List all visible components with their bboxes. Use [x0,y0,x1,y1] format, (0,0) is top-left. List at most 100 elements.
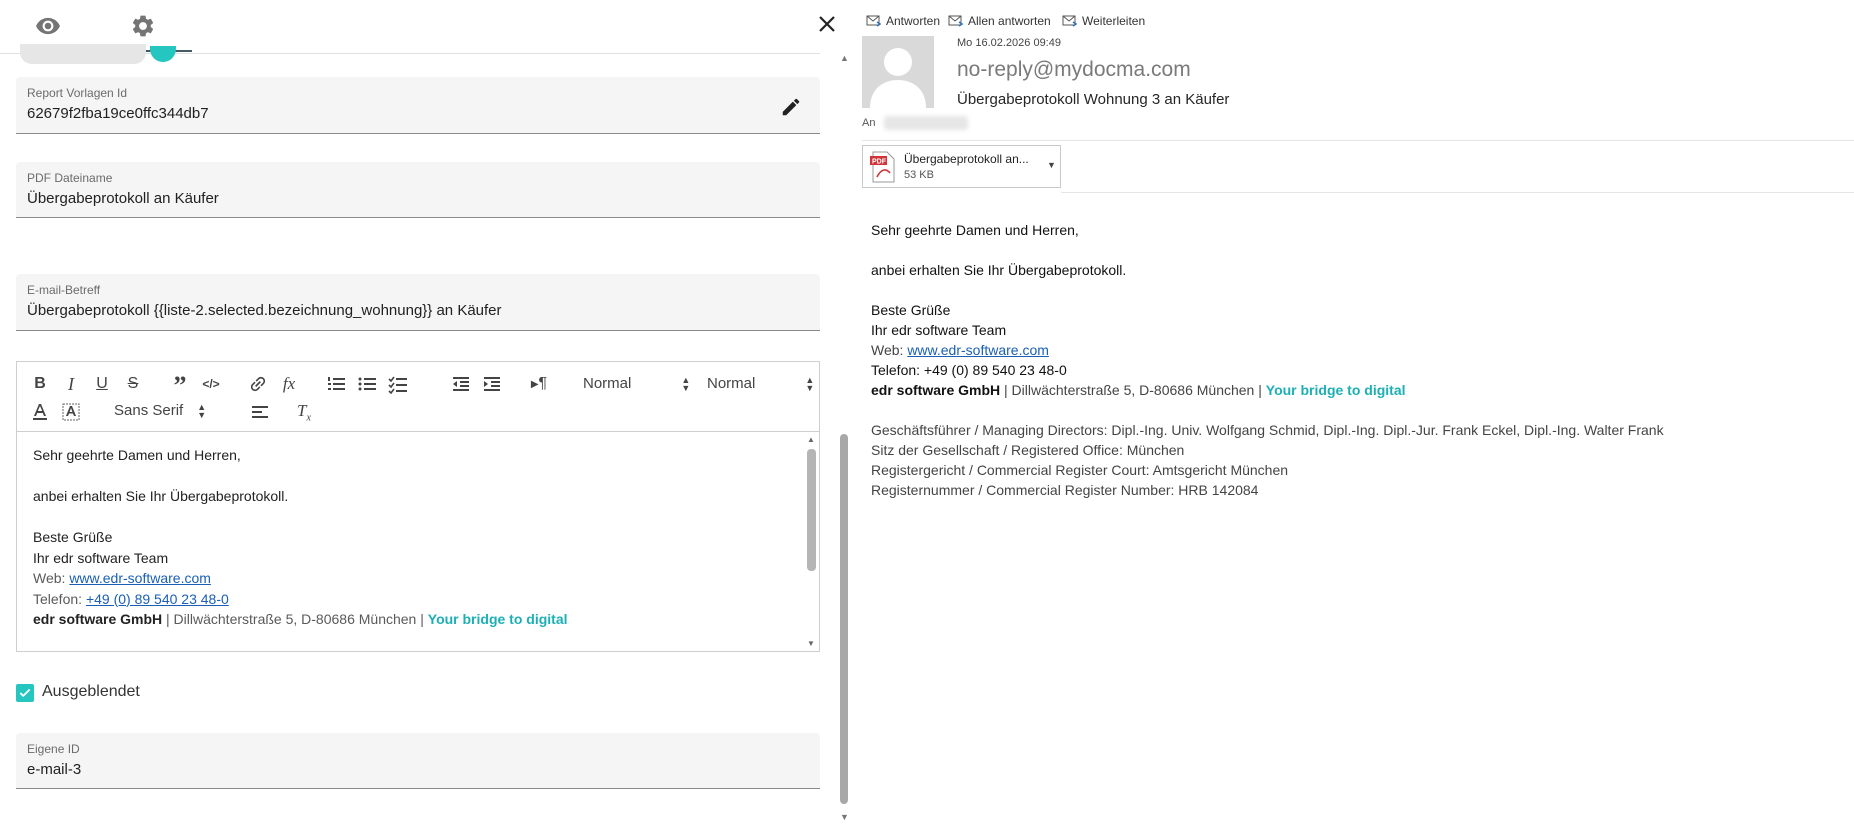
header-select-value: Normal [583,375,632,392]
email-subject-field[interactable]: E-mail-Betreff Übergabeprotokoll {{liste… [16,274,820,331]
pdf-filename-field[interactable]: PDF Dateiname Übergabeprotokoll an Käufe… [16,162,820,218]
pdf-file-icon: PDF [870,151,895,183]
strike-button[interactable]: S [122,373,144,395]
gear-icon [132,15,154,37]
field-value: Übergabeprotokoll an Käufer [27,190,219,207]
eye-icon [36,17,60,35]
italic-button[interactable]: I [60,373,82,395]
scroll-down-icon[interactable]: ▼ [840,812,849,822]
reply-all-icon [948,15,964,27]
panel-scrollbar[interactable]: ▲ ▼ [837,53,851,827]
editor-web-line: Web: www.edr-software.com [33,568,804,589]
reply-label: Antworten [886,14,941,28]
indent-button[interactable] [481,373,503,395]
chevron-down-icon[interactable]: ▼ [1047,160,1056,170]
company-slogan: Your bridge to digital [427,611,568,627]
editor-company-line: edr software GmbH | Dillwächterstraße 5,… [33,609,804,630]
sender-avatar [862,36,934,108]
mail-sender: no-reply@mydocma.com [957,58,1191,81]
divider [1061,192,1854,193]
report-template-id-field[interactable]: Report Vorlagen Id 62679f2fba19ce0ffc344… [16,77,820,134]
web-link[interactable]: www.edr-software.com [69,570,211,586]
align-button[interactable] [249,401,271,423]
attachment-card[interactable]: PDF Übergabeprotokoll an... 53 KB ▼ [862,145,1061,188]
checkmark-icon [19,688,31,698]
web-label: Web: [871,342,908,358]
direction-arrow-icon: ▶ [530,378,539,390]
mail-subject: Übergabeprotokoll Wohnung 3 an Käufer [957,91,1230,108]
mail-team: Ihr edr software Team [871,322,1007,338]
editor-regards: Beste Grüße [33,529,113,545]
company-slogan: Your bridge to digital [1265,382,1406,398]
text-direction-button[interactable]: ▶ ¶ [528,373,550,395]
person-icon [870,48,926,108]
panel-scroll-thumb[interactable] [840,434,848,804]
field-value: e-mail-3 [27,761,82,778]
mail-phone: Telefon: +49 (0) 89 540 23 48-0 [871,362,1067,378]
reply-button[interactable]: Antworten [866,12,940,30]
font-select[interactable]: Sans Serif ▲ ▼ [114,402,206,419]
pencil-icon[interactable] [780,96,802,118]
checklist-button[interactable] [387,373,409,395]
forward-icon [1062,15,1078,27]
header-select[interactable]: Normal ▲ ▼ [583,375,690,392]
clear-format-button[interactable]: Tx [293,401,315,423]
background-color-button[interactable] [60,401,82,423]
editor-line: anbei erhalten Sie Ihr Übergabeprotokoll… [33,487,289,504]
scroll-down-icon[interactable]: ▼ [807,639,815,648]
scrolled-badge [150,46,176,62]
code-button[interactable]: </> [200,373,222,395]
field-label: E-mail-Betreff [27,283,101,297]
indent-icon [484,377,500,391]
outdent-button[interactable] [450,373,472,395]
scroll-up-icon[interactable]: ▲ [807,435,815,444]
editor-toolbar: B I U S ” </> fx ▶ ¶ Normal ▲ ▼ Normal ▲… [17,362,819,432]
mail-regards: Beste Grüße [871,302,951,318]
company-name: edr software GmbH [871,382,1001,398]
ordered-list-button[interactable] [325,373,347,395]
reply-all-label: Allen antworten [968,14,1051,28]
company-address: | Dillwächterstraße 5, D-80686 München | [162,611,428,627]
outdent-icon [453,377,469,391]
phone-label: Telefon: [33,590,86,607]
close-button[interactable] [815,12,839,36]
editor-scroll-thumb[interactable] [807,449,816,571]
blockquote-button[interactable]: ” [169,371,191,400]
editor-content[interactable]: Sehr geehrte Damen und Herren, anbei erh… [17,433,804,651]
size-select-value: Normal [707,375,756,392]
web-link[interactable]: www.edr-software.com [907,342,1049,358]
own-id-field[interactable]: Eigene ID e-mail-3 [16,733,820,789]
hidden-checkbox-label: Ausgeblendet [42,683,140,700]
updown-caret-icon: ▲ ▼ [681,374,691,393]
editor-team: Ihr edr software Team [33,549,169,566]
pdf-type-label: PDF [872,159,887,166]
updown-caret-icon: ▲ ▼ [805,374,815,393]
formula-button[interactable]: fx [278,373,300,395]
mail-body: Sehr geehrte Damen und Herren, anbei erh… [871,220,1831,500]
text-color-button[interactable] [29,401,51,423]
scroll-up-icon[interactable]: ▲ [840,53,849,63]
close-icon [819,16,835,32]
size-select[interactable]: Normal ▲ ▼ [707,375,814,392]
field-label: PDF Dateiname [27,171,113,185]
mail-register: Registernummer / Commercial Register Num… [871,482,1259,498]
hidden-checkbox[interactable] [16,684,34,702]
bold-button[interactable]: B [29,373,51,395]
editor-scrollbar[interactable]: ▲ ▼ [804,433,819,651]
rich-text-editor: B I U S ” </> fx ▶ ¶ Normal ▲ ▼ Normal ▲… [16,361,820,652]
forward-button[interactable]: Weiterleiten [1062,12,1145,30]
link-button[interactable] [247,373,269,395]
reply-all-button[interactable]: Allen antworten [948,12,1051,30]
bullet-list-icon [358,377,376,391]
ordered-list-icon [328,377,345,390]
phone-link[interactable]: +49 (0) 89 540 23 48-0 [86,591,229,607]
mail-company-line: edr software GmbH | Dillwächterstraße 5,… [871,380,1831,400]
bullet-list-button[interactable] [356,373,378,395]
underline-button[interactable]: U [91,373,113,395]
field-value: 62679f2fba19ce0ffc344db7 [27,105,209,122]
checklist-icon [388,376,407,394]
mail-web-line: Web: www.edr-software.com [871,340,1831,360]
pilcrow-glyph: ¶ [538,375,548,392]
field-label: Report Vorlagen Id [27,86,128,100]
mail-to-label: An [862,117,876,129]
